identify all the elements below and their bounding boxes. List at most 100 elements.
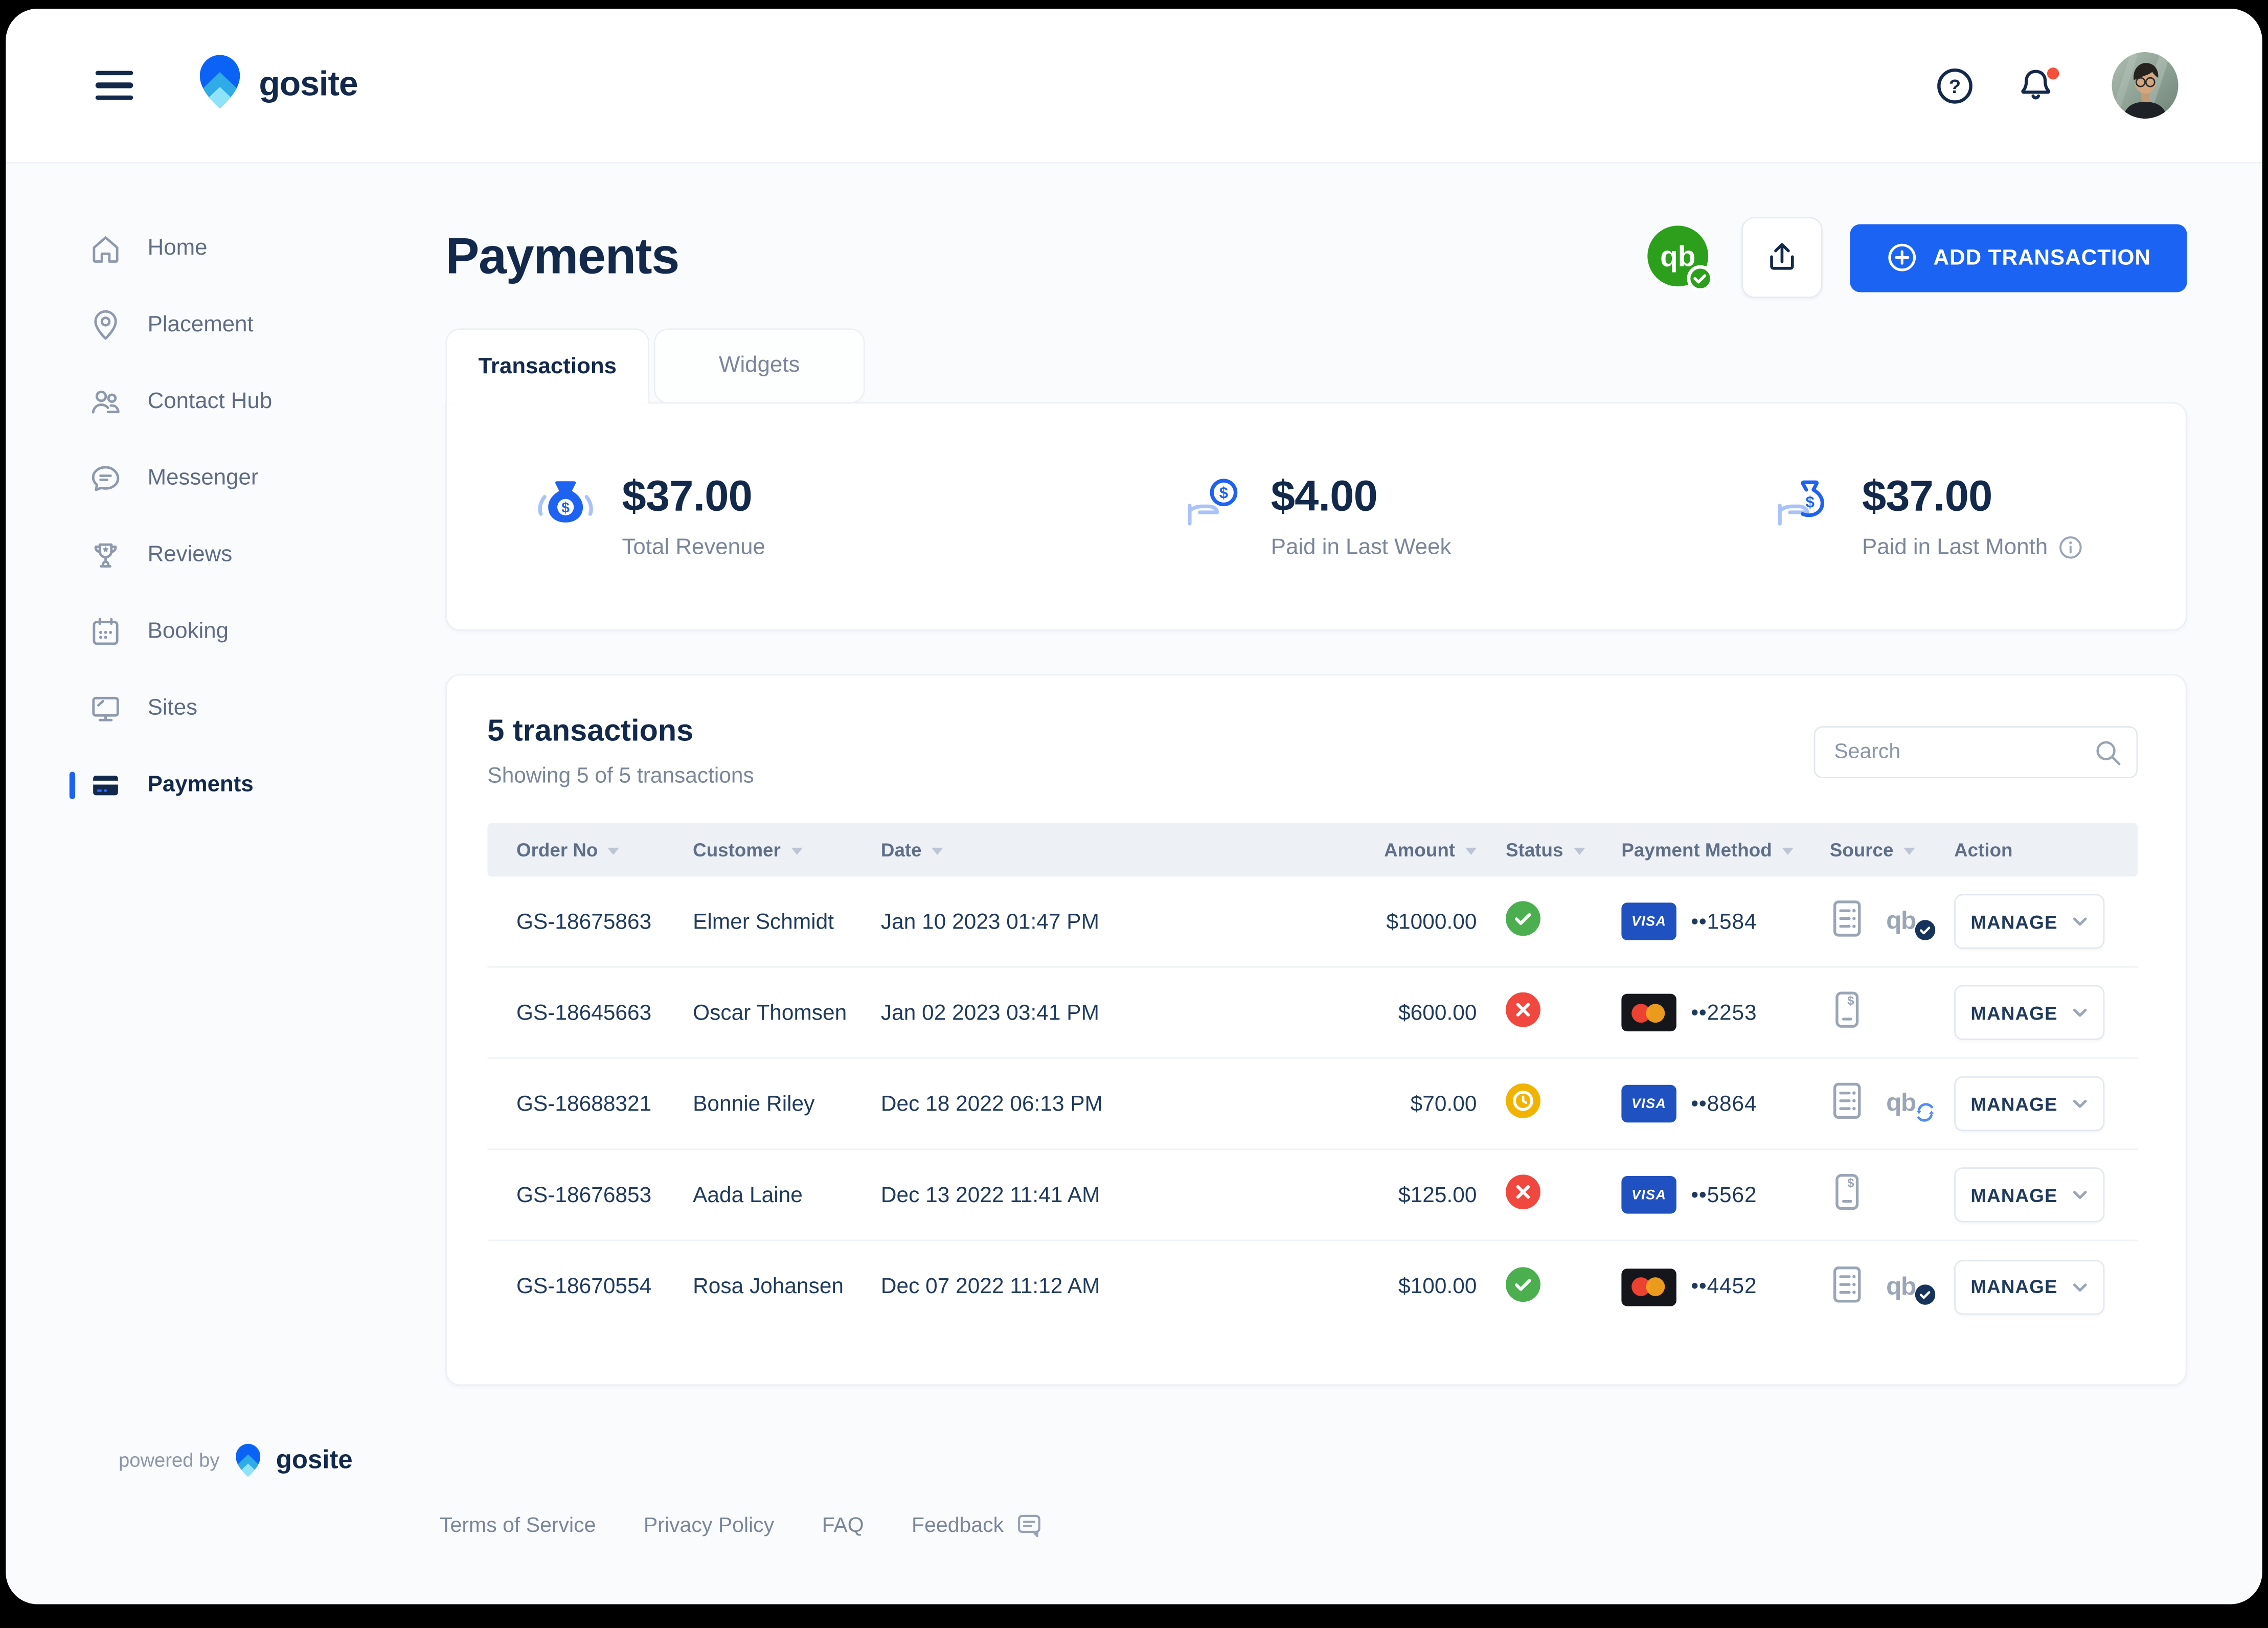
visa-badge: VISA (1621, 1176, 1676, 1214)
payment-method-cell: VISA ••1584 (1593, 902, 1801, 940)
hand-moneybag-icon: $ (1774, 474, 1837, 545)
bell-icon[interactable] (2016, 66, 2061, 105)
money-bag-icon: $ (534, 474, 597, 545)
column-header-source[interactable]: Source (1801, 839, 1925, 861)
placement-pin-icon (88, 307, 123, 342)
link-terms-of-service[interactable]: Terms of Service (440, 1514, 596, 1537)
powered-by-text: powered by (118, 1449, 220, 1472)
manage-button[interactable]: MANAGE (1954, 1259, 2105, 1315)
column-header-date[interactable]: Date (852, 839, 1338, 861)
quickbooks-connected-badge[interactable]: qb (1644, 223, 1714, 292)
hand-coin-icon: $ (1183, 474, 1246, 545)
order-no-cell: GS-18645663 (516, 1000, 652, 1025)
sidebar-item-reviews[interactable]: Reviews (6, 516, 365, 593)
column-header-amount[interactable]: Amount (1338, 839, 1477, 861)
sidebar-item-booking[interactable]: Booking (6, 593, 365, 670)
payments-card-icon (88, 767, 123, 802)
visa-badge: VISA (1621, 1084, 1676, 1123)
table-row: GS-18676853 Aada Laine Dec 13 2022 11:41… (487, 1150, 2138, 1241)
order-no-cell: GS-18688321 (516, 1091, 652, 1116)
link-faq[interactable]: FAQ (822, 1514, 864, 1537)
user-avatar[interactable] (2112, 52, 2179, 119)
feedback-chat-icon (1017, 1514, 1040, 1537)
transactions-table: Order No Customer Date Amount Status Pay… (487, 823, 2138, 1332)
chevron-down-icon (2072, 1099, 2086, 1108)
info-icon[interactable] (2058, 535, 2082, 560)
svg-text:$: $ (1806, 492, 1815, 510)
quickbooks-source-icon: qb (1886, 1273, 1936, 1305)
footer-brand: gosite (276, 1445, 353, 1474)
column-header-payment-method[interactable]: Payment Method (1593, 839, 1801, 861)
export-button[interactable] (1741, 217, 1822, 298)
stat-label: Paid in Last Month (1862, 534, 2048, 559)
home-icon (88, 231, 123, 265)
invoice-icon (1830, 1263, 1865, 1310)
status-failed-icon (1506, 1174, 1540, 1215)
mastercard-badge (1621, 1268, 1676, 1306)
search-input[interactable] (1813, 726, 2138, 779)
sidebar-item-payments[interactable]: Payments (6, 747, 365, 823)
status-paid-icon (1506, 1266, 1540, 1307)
sidebar-item-placement[interactable]: Placement (6, 286, 365, 363)
column-header-status[interactable]: Status (1477, 839, 1592, 861)
status-paid-icon (1506, 901, 1540, 942)
active-indicator (69, 771, 76, 799)
customer-cell: Oscar Thomsen (693, 1000, 847, 1025)
contacts-icon (88, 384, 123, 419)
help-icon[interactable]: ? (1935, 66, 1974, 105)
gosite-pin-icon (199, 55, 240, 116)
add-transaction-button[interactable]: ADD TRANSACTION (1849, 223, 2187, 292)
main-content: Payments qb ADD TRANSACTION Transactions… (365, 164, 2262, 1386)
svg-text:$: $ (1847, 994, 1854, 1008)
sidebar-item-home[interactable]: Home (6, 210, 365, 286)
action-cell: MANAGE (1925, 985, 2138, 1041)
page-title: Payments (445, 228, 679, 285)
table-row: GS-18670554 Rosa Johansen Dec 07 2022 11… (487, 1241, 2138, 1332)
brand-logo[interactable]: gosite (199, 55, 358, 116)
column-header-action: Action (1954, 839, 2013, 861)
manage-button[interactable]: MANAGE (1954, 985, 2105, 1041)
order-no-cell: GS-18675863 (516, 909, 652, 934)
amount-cell: $70.00 (1410, 1091, 1477, 1116)
messenger-icon (88, 461, 123, 495)
sidebar-item-sites[interactable]: Sites (6, 670, 365, 747)
hamburger-menu-icon[interactable] (95, 71, 133, 100)
manage-button[interactable]: MANAGE (1954, 1167, 2105, 1223)
sort-caret-icon (932, 847, 944, 855)
svg-text:$: $ (1847, 1176, 1854, 1190)
mastercard-badge (1621, 993, 1676, 1032)
link-privacy-policy[interactable]: Privacy Policy (644, 1514, 774, 1537)
sidebar-item-messenger[interactable]: Messenger (6, 440, 365, 516)
source-cell: qb (1801, 1263, 1936, 1310)
date-cell: Dec 13 2022 11:41 AM (880, 1182, 1100, 1207)
tab-widgets[interactable]: Widgets (653, 328, 865, 404)
date-cell: Dec 07 2022 11:12 AM (880, 1274, 1100, 1299)
amount-cell: $100.00 (1398, 1274, 1477, 1299)
table-row: GS-18688321 Bonnie Riley Dec 18 2022 06:… (487, 1059, 2138, 1150)
card-last4: ••2253 (1691, 1000, 1757, 1025)
amount-cell: $1000.00 (1386, 909, 1477, 934)
customer-cell: Rosa Johansen (693, 1274, 844, 1299)
stat-paid-last-month: $ $37.00 Paid in Last Month (1606, 472, 2185, 561)
link-feedback[interactable]: Feedback (912, 1511, 1043, 1539)
transactions-subtitle: Showing 5 of 5 transactions (487, 763, 754, 788)
manage-button[interactable]: MANAGE (1954, 894, 2105, 949)
manage-button[interactable]: MANAGE (1954, 1076, 2105, 1132)
column-header-order-no[interactable]: Order No (487, 839, 664, 861)
tab-transactions[interactable]: Transactions (445, 328, 650, 404)
date-cell: Jan 02 2023 03:41 PM (880, 1000, 1099, 1025)
action-cell: MANAGE (1925, 1167, 2138, 1223)
status-cell (1477, 1266, 1592, 1307)
table-body: GS-18675863 Elmer Schmidt Jan 10 2023 01… (487, 876, 2138, 1332)
sort-caret-icon (1573, 847, 1585, 855)
amount-cell: $125.00 (1398, 1182, 1477, 1207)
card-last4: ••4452 (1691, 1274, 1757, 1299)
sort-caret-icon (1782, 847, 1794, 855)
column-header-customer[interactable]: Customer (664, 839, 852, 861)
card-last4: ••5562 (1691, 1182, 1757, 1207)
top-bar: gosite ? (6, 8, 2262, 164)
payment-method-cell: ••2253 (1593, 993, 1801, 1032)
sidebar-item-contact-hub[interactable]: Contact Hub (6, 363, 365, 440)
sites-monitor-icon (88, 691, 123, 726)
quickbooks-source-icon: qb (1886, 1090, 1935, 1122)
